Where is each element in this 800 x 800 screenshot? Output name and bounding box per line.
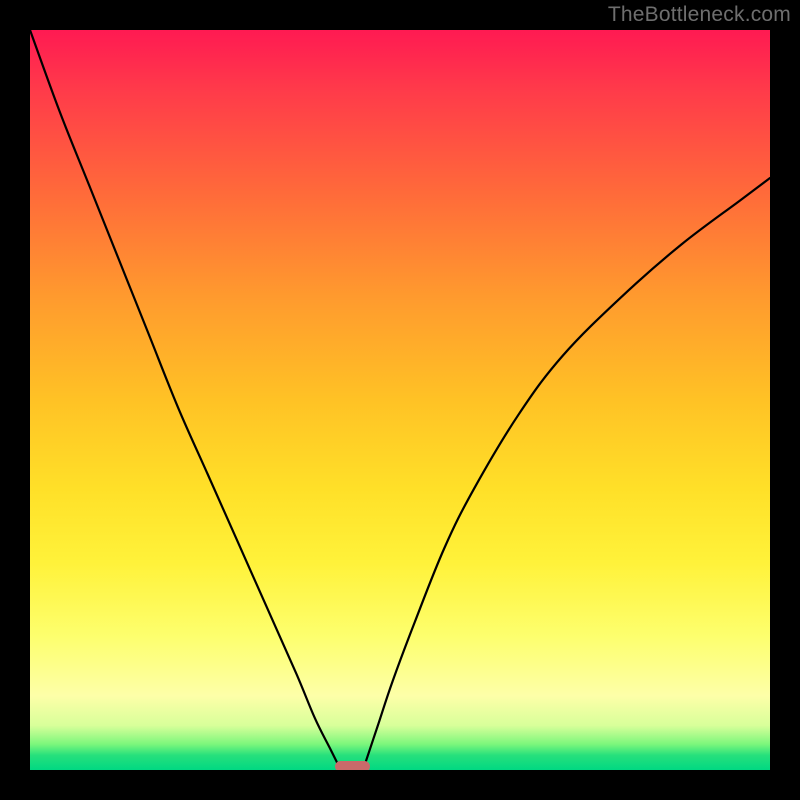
bottleneck-marker bbox=[335, 761, 370, 770]
curves-svg bbox=[30, 30, 770, 770]
plot-area bbox=[30, 30, 770, 770]
watermark-text: TheBottleneck.com bbox=[608, 3, 791, 27]
right-curve bbox=[363, 178, 770, 770]
left-curve bbox=[30, 30, 341, 770]
chart-stage: TheBottleneck.com bbox=[0, 0, 800, 800]
